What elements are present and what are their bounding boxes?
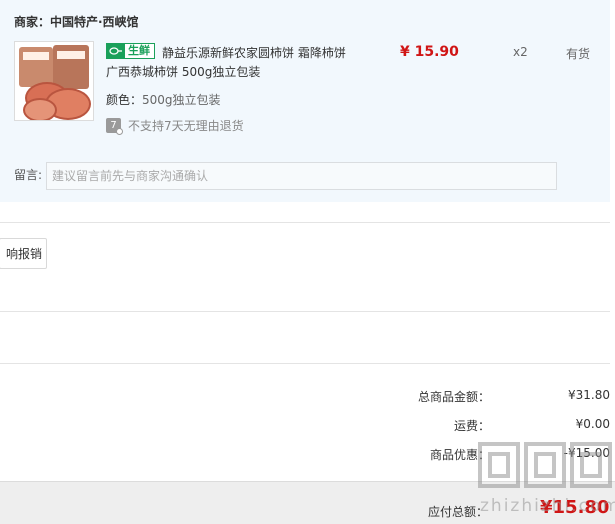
fresh-badge-label: 生鲜: [125, 44, 154, 58]
fresh-badge: 生鲜: [106, 43, 155, 59]
total-bar: 应付总额： ¥15.80: [0, 481, 615, 524]
color-value: 500g独立包装: [142, 93, 221, 107]
message-input[interactable]: [46, 162, 557, 190]
unit-price: ¥ 15.90: [400, 44, 459, 60]
color-label: 颜色：: [106, 93, 143, 107]
divider: [0, 363, 610, 364]
no-return-text: 不支持7天无理由退货: [128, 119, 244, 133]
seller-name[interactable]: 商家：中国特产·西峡馆: [14, 13, 139, 30]
color-spec: 颜色：500g独立包装: [106, 91, 221, 108]
goods-total-label: 总商品金额：: [417, 390, 490, 404]
product-title-line2[interactable]: 广西恭城柿饼 500g独立包装: [106, 63, 260, 80]
goods-total-row: 总商品金额： ¥31.80: [380, 388, 610, 406]
shipping-value: ¥0.00: [575, 417, 610, 431]
divider: [0, 222, 610, 223]
no-return-icon: 7: [106, 118, 123, 135]
no-return-notice: 7 不支持7天无理由退货: [106, 117, 244, 135]
tray-icon: [107, 44, 125, 58]
total-value: ¥15.80: [540, 497, 610, 518]
order-item-panel: 商家：中国特产·西峡馆 生鲜 静益乐源新鲜农家圆柿饼 霜降柿饼 广西恭城柿饼 5…: [0, 0, 610, 202]
quantity: x2: [513, 45, 528, 59]
product-thumbnail[interactable]: [14, 41, 94, 121]
discount-row: 商品优惠： -¥15.00: [380, 446, 610, 464]
message-label: 留言:: [14, 168, 43, 182]
total-label: 应付总额：: [428, 505, 489, 519]
shipping-label: 运费：: [453, 419, 490, 433]
goods-total-value: ¥31.80: [568, 388, 610, 402]
shipping-row: 运费： ¥0.00: [380, 417, 610, 435]
invoice-button[interactable]: 响报销: [0, 238, 47, 269]
divider: [0, 311, 610, 312]
product-title-line1[interactable]: 静益乐源新鲜农家圆柿饼 霜降柿饼: [162, 44, 346, 61]
discount-label: 商品优惠：: [429, 448, 490, 462]
stock-status: 有货: [566, 47, 591, 61]
discount-value: -¥15.00: [563, 446, 610, 460]
